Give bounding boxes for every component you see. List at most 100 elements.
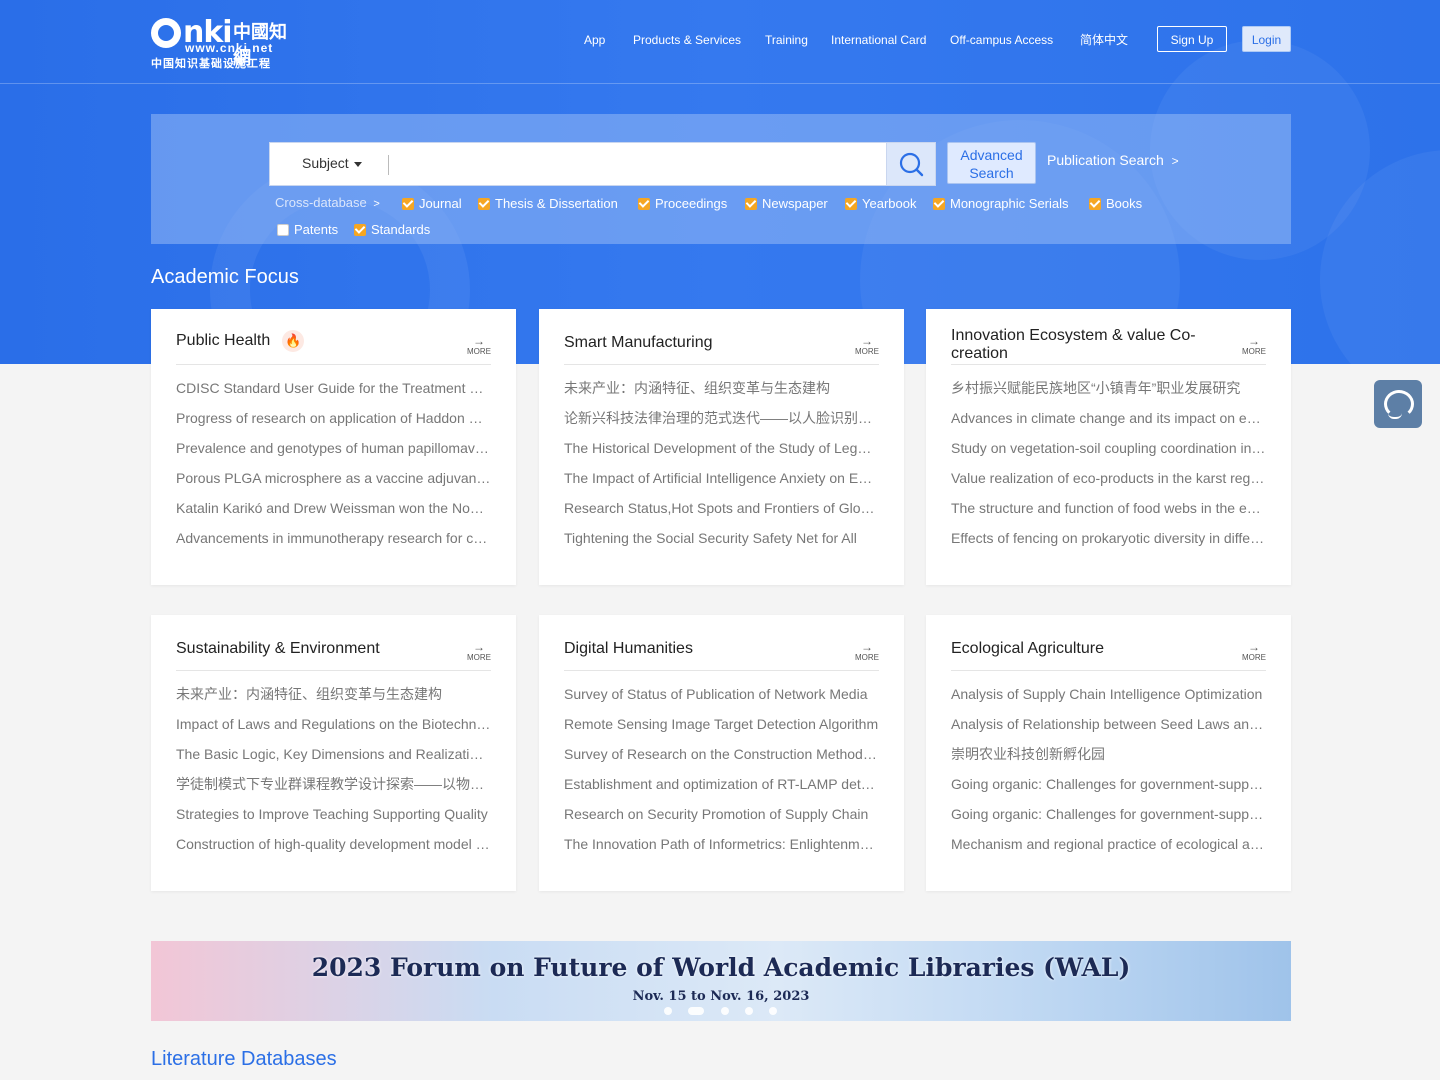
article-link[interactable]: Progress of research on application of H… — [176, 405, 491, 435]
checkbox-icon — [277, 224, 289, 236]
article-link[interactable]: CDISC Standard User Guide for the Treatm… — [176, 375, 491, 405]
article-link[interactable]: Tightening the Social Security Safety Ne… — [564, 525, 879, 555]
checkbox-newspaper[interactable]: Newspaper — [745, 196, 828, 212]
more-link[interactable]: → MORE — [1242, 335, 1266, 356]
article-link[interactable]: The Innovation Path of Informetrics: Enl… — [564, 831, 879, 861]
nav-international-card[interactable]: International Card — [831, 30, 926, 50]
checkbox-proceedings[interactable]: Proceedings — [638, 196, 727, 212]
card-title[interactable]: Sustainability & Environment — [176, 640, 380, 658]
article-link[interactable]: The Basic Logic, Key Dimensions and Real… — [176, 741, 491, 771]
article-link[interactable]: Advances in climate change and its impac… — [951, 405, 1266, 435]
publication-search-link[interactable]: Publication Search > — [1047, 152, 1179, 168]
checkbox-patents[interactable]: Patents — [277, 222, 338, 238]
article-link[interactable]: Advancements in immunotherapy research f… — [176, 525, 491, 555]
article-link[interactable]: Prevalence and genotypes of human papill… — [176, 435, 491, 465]
checkbox-journal[interactable]: Journal — [402, 196, 462, 212]
nav-app[interactable]: App — [584, 30, 605, 50]
checkbox-icon — [478, 198, 490, 210]
article-link[interactable]: Going organic: Challenges for government… — [951, 801, 1266, 831]
checkbox-icon — [845, 198, 857, 210]
article-link[interactable]: 崇明农业科技创新孵化园 — [951, 741, 1266, 771]
checkbox-standards[interactable]: Standards — [354, 222, 430, 238]
search-icon — [899, 152, 924, 177]
article-link[interactable]: 乡村振兴赋能民族地区“小镇青年”职业发展研究 — [951, 375, 1266, 405]
card-title[interactable]: Innovation Ecosystem & value Co-creation — [951, 327, 1201, 363]
more-link[interactable]: → MORE — [467, 335, 491, 356]
banner-subtitle: Nov. 15 to Nov. 16, 2023 — [632, 989, 810, 1004]
login-button[interactable]: Login — [1242, 26, 1291, 52]
article-link[interactable]: Effects of fencing on prokaryotic divers… — [951, 525, 1266, 555]
article-list: Survey of Status of Publication of Netwo… — [564, 681, 879, 861]
more-link[interactable]: → MORE — [855, 641, 879, 662]
carousel-dot[interactable] — [721, 1007, 729, 1015]
article-link[interactable]: Going organic: Challenges for government… — [951, 771, 1266, 801]
article-link[interactable]: Survey of Research on the Construction M… — [564, 741, 879, 771]
chevron-right-icon: > — [1171, 154, 1179, 168]
advanced-search-button[interactable]: Advanced Search — [947, 142, 1036, 184]
article-link[interactable]: Survey of Status of Publication of Netwo… — [564, 681, 879, 711]
nav-language[interactable]: 简体中文 — [1080, 30, 1128, 50]
cnki-logo[interactable]: nki 中國知網 www.cnki.net 中国知识基础设施工程 — [151, 16, 303, 70]
article-link[interactable]: Research Status,Hot Spots and Frontiers … — [564, 495, 879, 525]
article-link[interactable]: Analysis of Relationship between Seed La… — [951, 711, 1266, 741]
search-input[interactable] — [396, 151, 880, 179]
focus-card-public-health: Public Health 🔥 → MORE CDISC Standard User… — [151, 309, 516, 585]
more-link[interactable]: → MORE — [467, 641, 491, 662]
article-link[interactable]: Research on Security Promotion of Supply… — [564, 801, 879, 831]
carousel-dot[interactable] — [745, 1007, 753, 1015]
article-link[interactable]: 未来产业：内涵特征、组织变革与生态建构 — [176, 681, 491, 711]
article-list: 未来产业：内涵特征、组织变革与生态建构 Impact of Laws and R… — [176, 681, 491, 861]
article-link[interactable]: Porous PLGA microsphere as a vaccine adj… — [176, 465, 491, 495]
article-link[interactable]: Remote Sensing Image Target Detection Al… — [564, 711, 879, 741]
arrow-right-icon: → — [1248, 334, 1260, 348]
article-link[interactable]: 学徒制模式下专业群课程教学设计探索——以物流管理专业为例 — [176, 771, 491, 801]
article-list: CDISC Standard User Guide for the Treatm… — [176, 375, 491, 555]
article-link[interactable]: 论新兴科技法律治理的范式迭代——以人脸识别技术为例 — [564, 405, 879, 435]
article-link[interactable]: Strategies to Improve Teaching Supportin… — [176, 801, 491, 831]
article-link[interactable]: Study on vegetation-soil coupling coordi… — [951, 435, 1266, 465]
checkbox-thesis[interactable]: Thesis & Dissertation — [478, 196, 618, 212]
cross-database-link[interactable]: Cross-database > — [275, 195, 380, 210]
globe-icon — [151, 18, 181, 48]
article-link[interactable]: 未来产业：内涵特征、组织变革与生态建构 — [564, 375, 879, 405]
arrow-right-icon: → — [861, 334, 873, 348]
article-link[interactable]: Establishment and optimization of RT-LAM… — [564, 771, 879, 801]
header-divider — [0, 83, 1440, 84]
card-title[interactable]: Smart Manufacturing — [564, 334, 713, 352]
carousel-dot[interactable] — [688, 1007, 704, 1015]
article-link[interactable]: The Impact of Artificial Intelligence An… — [564, 465, 879, 495]
carousel-dot[interactable] — [769, 1007, 777, 1015]
article-link[interactable]: Katalin Karikó and Drew Weissman won the… — [176, 495, 491, 525]
card-title[interactable]: Ecological Agriculture — [951, 640, 1104, 658]
article-link[interactable]: Value realization of eco-products in the… — [951, 465, 1266, 495]
card-header: Ecological Agriculture → MORE — [951, 633, 1266, 671]
checkbox-yearbook[interactable]: Yearbook — [845, 196, 916, 212]
focus-card-smart-manufacturing: Smart Manufacturing → MORE 未来产业：内涵特征、组织变革… — [539, 309, 904, 585]
caret-down-icon — [353, 161, 362, 167]
nav-products-services[interactable]: Products & Services — [633, 30, 741, 50]
headset-mic-icon — [1388, 413, 1402, 419]
article-link[interactable]: Analysis of Supply Chain Intelligence Op… — [951, 681, 1266, 711]
article-link[interactable]: Mechanism and regional practice of ecolo… — [951, 831, 1266, 861]
checkbox-icon — [1089, 198, 1101, 210]
customer-service-button[interactable] — [1374, 380, 1422, 428]
signup-button[interactable]: Sign Up — [1157, 26, 1227, 52]
article-link[interactable]: The structure and function of food webs … — [951, 495, 1266, 525]
checkbox-monographic-serials[interactable]: Monographic Serials — [933, 196, 1069, 212]
arrow-right-icon: → — [861, 640, 873, 654]
article-link[interactable]: Construction of high-quality development… — [176, 831, 491, 861]
search-field-select[interactable]: Subject — [302, 155, 362, 171]
nav-training[interactable]: Training — [765, 30, 808, 50]
article-link[interactable]: The Historical Development of the Study … — [564, 435, 879, 465]
card-title[interactable]: Digital Humanities — [564, 640, 693, 658]
article-link[interactable]: Impact of Laws and Regulations on the Bi… — [176, 711, 491, 741]
checkbox-books[interactable]: Books — [1089, 196, 1142, 212]
checkbox-icon — [745, 198, 757, 210]
card-title[interactable]: Public Health 🔥 — [176, 330, 305, 352]
checkbox-icon — [638, 198, 650, 210]
more-link[interactable]: → MORE — [1242, 641, 1266, 662]
search-button[interactable] — [886, 142, 936, 186]
nav-off-campus-access[interactable]: Off-campus Access — [950, 30, 1053, 50]
carousel-dot[interactable] — [664, 1007, 672, 1015]
more-link[interactable]: → MORE — [855, 335, 879, 356]
